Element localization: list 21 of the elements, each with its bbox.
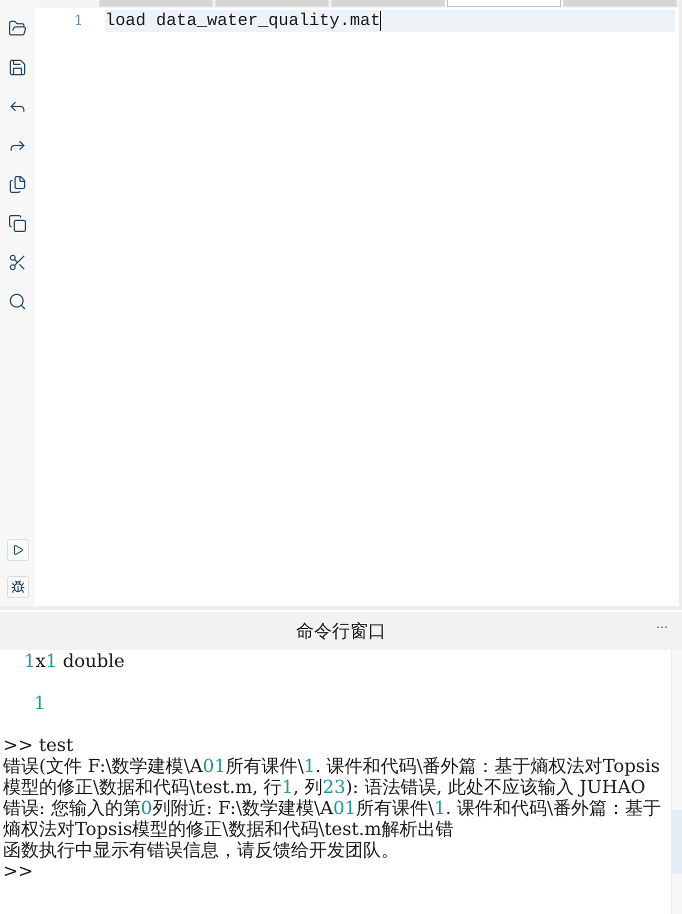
- bug-icon: [10, 580, 24, 594]
- panel-title: 命令行窗口: [296, 620, 386, 643]
- search-icon[interactable]: [8, 291, 28, 311]
- folder-icon[interactable]: [8, 18, 28, 38]
- documents-icon[interactable]: [8, 174, 28, 194]
- console-output: 1x1 double: [23, 651, 126, 672]
- line-number: 1: [73, 13, 84, 29]
- console-value: 1: [33, 693, 46, 714]
- play-icon: [12, 544, 24, 556]
- error-message: 函数执行中显示有错误信息，请反馈给开发团队。: [3, 840, 400, 861]
- scissors-icon[interactable]: [8, 252, 28, 272]
- error-message: 错误: 您输入的第0列附近: F:\数学建模\A01所有课件\1. 课件和代码\番外篇：基于熵权法对Topsis模型的修正\数据和代码\test.m解析出错: [3, 798, 662, 840]
- copy-icon[interactable]: [8, 213, 28, 233]
- scrollbar[interactable]: [671, 650, 682, 914]
- more-button[interactable]: ⋯: [656, 620, 668, 634]
- run-button[interactable]: [6, 539, 28, 561]
- command-prompt[interactable]: >>: [3, 861, 671, 882]
- save-icon[interactable]: [8, 57, 28, 77]
- debug-button[interactable]: [6, 576, 28, 598]
- error-message: 错误(文件 F:\数学建模\A01所有课件\1. 课件和代码\番外篇：基于熵权法对Topsis模型的修正\数据和代码\test.m, 行1, 列23): 语法错误, 此处不应该输入 JUHAO: [3, 756, 661, 798]
- command-prompt[interactable]: >> test: [3, 735, 671, 756]
